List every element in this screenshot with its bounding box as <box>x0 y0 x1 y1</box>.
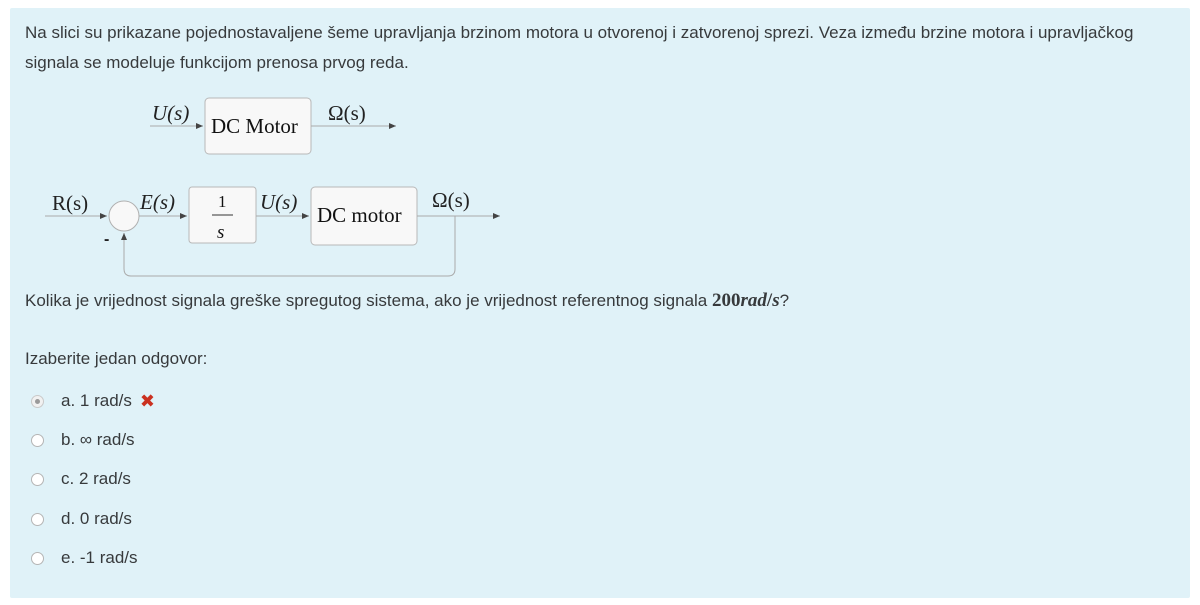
answer-label-b: b. ∞ rad/s <box>61 430 135 449</box>
control-label: U(s) <box>260 190 297 214</box>
answer-option-c[interactable]: c. 2 rad/s <box>31 465 331 493</box>
radio-d[interactable] <box>31 512 44 526</box>
error-label: E(s) <box>139 190 175 214</box>
feedback-sign: - <box>104 231 109 248</box>
open-loop-output-label: Ω(s) <box>328 101 366 125</box>
open-loop-input-label: U(s) <box>152 101 189 125</box>
summing-junction <box>108 200 140 232</box>
block-diagram: U(s) DC Motor Ω(s) R(s) - E(s) 1 s U(s) … <box>45 97 500 277</box>
integrator-numerator: 1 <box>218 192 227 211</box>
closed-loop-dc-motor-label: DC motor <box>317 203 402 227</box>
radio-b[interactable] <box>31 433 44 447</box>
prompt-math: 200rad/s <box>712 290 780 311</box>
reference-label: R(s) <box>52 191 88 215</box>
radio-a[interactable] <box>31 394 44 408</box>
select-one-label: Izaberite jedan odgovor: <box>25 349 208 368</box>
radio-c[interactable] <box>31 472 44 486</box>
answer-label-a: a. 1 rad/s <box>61 391 132 410</box>
prompt-question-mark: ? <box>779 291 790 310</box>
answer-label-c: c. 2 rad/s <box>61 469 131 488</box>
question-prompt: Kolika je vrijednost signala greške spre… <box>25 288 789 314</box>
math-unit: rad <box>740 290 767 311</box>
math-s: s <box>772 290 780 311</box>
answer-label-d: d. 0 rad/s <box>61 509 132 528</box>
answer-option-d[interactable]: d. 0 rad/s <box>31 505 331 533</box>
math-value: 200 <box>712 290 741 311</box>
prompt-text: Kolika je vrijednost signala greške spre… <box>25 291 712 310</box>
radio-e[interactable] <box>31 551 44 565</box>
integrator-denominator: s <box>217 222 224 243</box>
answer-option-a[interactable]: a. 1 rad/s ✖ <box>31 387 331 415</box>
answer-option-b[interactable]: b. ∞ rad/s <box>31 426 331 454</box>
open-loop-dc-motor-label: DC Motor <box>211 114 298 138</box>
answer-option-e[interactable]: e. -1 rad/s <box>31 544 331 572</box>
closed-loop-output-label: Ω(s) <box>432 188 470 212</box>
incorrect-icon: ✖ <box>139 391 155 411</box>
answer-label-e: e. -1 rad/s <box>61 548 138 567</box>
